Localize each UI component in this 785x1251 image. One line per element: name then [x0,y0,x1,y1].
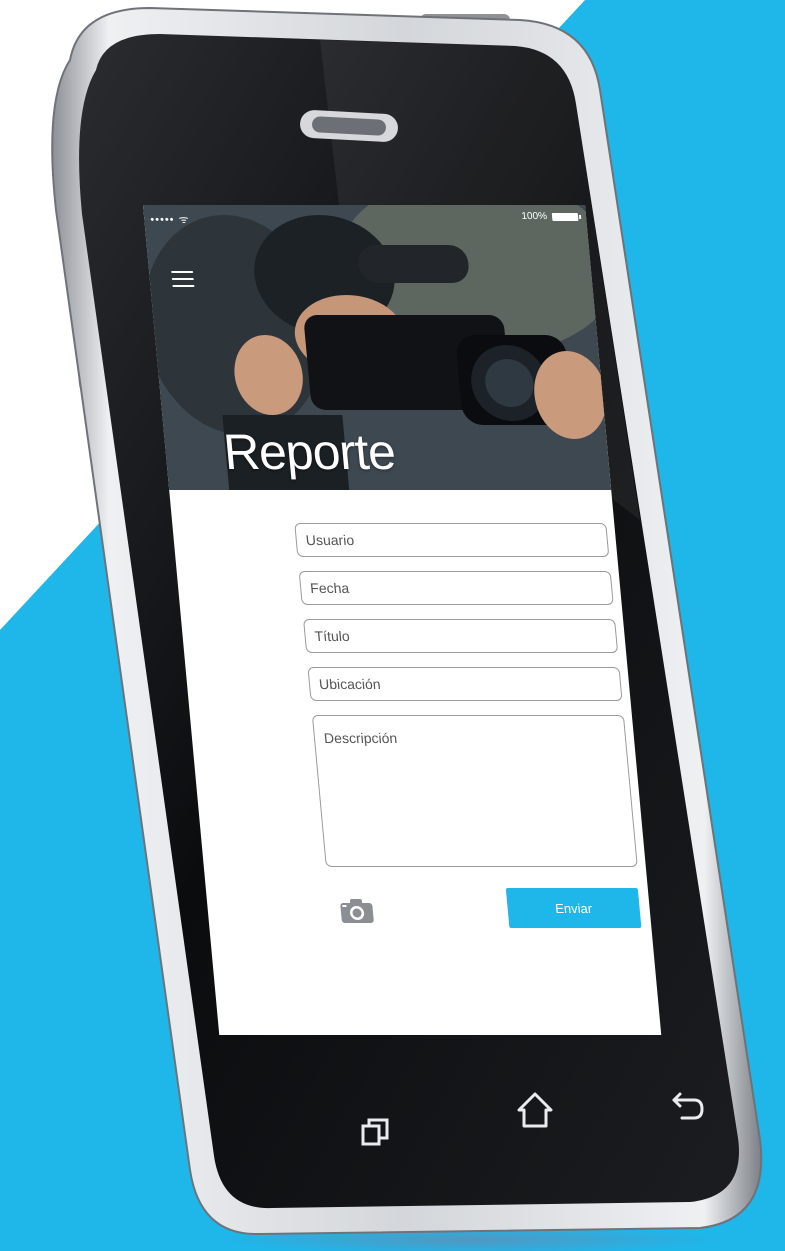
ubicacion-input[interactable] [307,667,623,701]
hamburger-menu-icon[interactable] [171,271,195,287]
stage: ••••• ᯤ 100% Reporte Enviar [0,0,785,1251]
page-title: Reporte [221,424,398,480]
phone-screen: ••••• ᯤ 100% Reporte Enviar [143,205,662,1035]
hero-banner: ••••• ᯤ 100% Reporte [143,205,612,490]
recent-apps-icon[interactable] [355,1112,395,1152]
usuario-input[interactable] [294,523,610,557]
fecha-input[interactable] [298,571,614,605]
battery-label: 100% [520,211,548,222]
battery-icon [551,212,579,221]
signal-status: ••••• ᯤ [149,214,191,226]
titulo-input[interactable] [303,619,619,653]
descripcion-textarea[interactable] [311,715,638,867]
home-icon[interactable] [515,1090,555,1130]
back-icon[interactable] [668,1084,708,1124]
enviar-button[interactable]: Enviar [505,888,642,928]
battery-status: 100% [521,211,579,222]
camera-icon[interactable] [339,898,375,924]
